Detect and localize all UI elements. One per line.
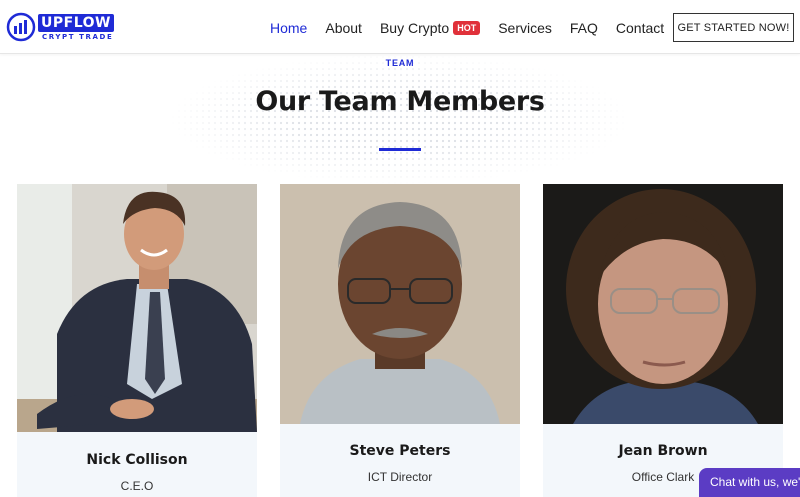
title-underline xyxy=(379,148,421,151)
logo-chart-icon xyxy=(6,12,36,42)
nav-home[interactable]: Home xyxy=(270,20,307,36)
team-photo xyxy=(543,184,783,424)
team-member-name: Jean Brown xyxy=(618,443,708,459)
hot-badge: HOT xyxy=(453,21,481,35)
chat-widget-button[interactable]: Chat with us, we're xyxy=(699,468,800,497)
team-member-role: ICT Director xyxy=(367,470,433,484)
section-eyebrow: TEAM xyxy=(385,58,415,68)
team-card-nick: Nick Collison C.E.O xyxy=(17,184,257,497)
brand-logo[interactable]: UPFLOW CRYPT TRADE xyxy=(6,12,116,42)
nav-faq[interactable]: FAQ xyxy=(570,20,598,36)
team-photo xyxy=(17,184,257,432)
nav-buy-crypto-label: Buy Crypto xyxy=(379,20,450,36)
team-card-jean: Jean Brown Office Clark xyxy=(543,184,783,497)
portrait-image xyxy=(17,184,257,432)
dotted-background-pattern xyxy=(170,54,630,184)
section-title: Our Team Members xyxy=(255,86,545,117)
portrait-image xyxy=(280,184,520,424)
team-member-name: Nick Collison xyxy=(86,452,188,468)
team-member-role: C.E.O xyxy=(120,479,154,493)
site-header: UPFLOW CRYPT TRADE Home About Buy Crypto… xyxy=(0,0,800,54)
logo-tagline: CRYPT TRADE xyxy=(42,33,114,41)
nav-contact[interactable]: Contact xyxy=(616,20,664,36)
nav-services[interactable]: Services xyxy=(498,20,552,36)
nav-about[interactable]: About xyxy=(325,20,362,36)
portrait-image xyxy=(543,184,783,424)
logo-wordmark: UPFLOW xyxy=(38,14,114,32)
team-photo xyxy=(280,184,520,424)
get-started-button[interactable]: GET STARTED NOW! xyxy=(673,13,794,42)
team-member-name: Steve Peters xyxy=(349,443,451,459)
nav-buy-crypto[interactable]: Buy Crypto HOT xyxy=(379,20,481,36)
main-nav: Home About Buy Crypto HOT Services FAQ Co… xyxy=(270,18,682,38)
team-card-steve: Steve Peters ICT Director xyxy=(280,184,520,497)
